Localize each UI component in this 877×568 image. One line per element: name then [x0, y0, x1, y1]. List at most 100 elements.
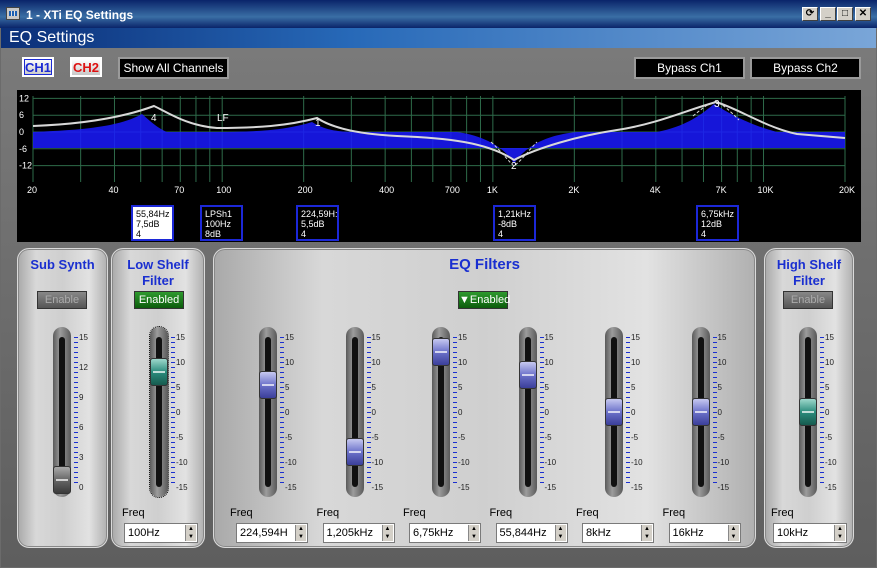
low-shelf-slider-thumb[interactable]	[150, 358, 168, 386]
sub-synth-slider-thumb[interactable]	[53, 465, 71, 494]
band-marker[interactable]: 224,59H: 5,5dB 4	[296, 205, 339, 241]
low-shelf-panel: Low Shelf Filter Enabled Freq 100Hz ▲ ▼ 15…	[111, 248, 205, 548]
spin-buttons[interactable]: ▲ ▼	[554, 525, 566, 541]
scale-label: -5	[717, 433, 725, 442]
scale-label: 0	[79, 483, 84, 492]
eq-band-slider-thumb[interactable]	[259, 370, 277, 399]
high-shelf-slider-thumb[interactable]	[799, 398, 817, 426]
scale-label: 5	[371, 383, 376, 392]
x-tick-label: 400	[379, 185, 394, 195]
spin-buttons[interactable]: ▲ ▼	[834, 525, 845, 541]
spin-buttons[interactable]: ▲ ▼	[727, 525, 739, 541]
section-header: EQ Settings	[1, 28, 876, 48]
band-marker[interactable]: LPSh1 100Hz 8dB	[200, 205, 243, 241]
scale-label: 10	[631, 358, 640, 367]
curve-label: LF	[217, 113, 229, 124]
maximize-button[interactable]: □	[837, 7, 853, 21]
eq-response-graph[interactable]: 12 6 0 -6 -12 4 LF 1 2 3 20 40 70 100 200 400 700 1…	[17, 90, 861, 196]
spin-buttons[interactable]: ▲ ▼	[468, 525, 479, 541]
low-shelf-slider-track[interactable]	[149, 326, 169, 498]
spin-buttons[interactable]: ▲ ▼	[641, 525, 652, 541]
spin-buttons[interactable]: ▲ ▼	[381, 525, 393, 541]
scale-label: 3	[79, 453, 84, 462]
eq-filters-enable-button[interactable]: ▼Enabled	[458, 291, 510, 309]
scale-ticks	[366, 337, 371, 487]
eq-band-slider-thumb[interactable]	[691, 398, 710, 426]
scale-ticks	[280, 337, 284, 487]
panel-title: Sub Synth	[30, 257, 95, 272]
scale-label: 10	[544, 358, 554, 367]
scale-label: 10	[458, 358, 467, 367]
scale-label: 0	[176, 408, 181, 417]
low-shelf-enable-button[interactable]: Enabled	[134, 291, 184, 309]
scale-label: -10	[631, 458, 643, 467]
band-marker[interactable]: 6,75kHz 12dB 4	[696, 205, 739, 241]
help-icon[interactable]: ⟳	[802, 7, 818, 21]
x-tick-label: 70	[174, 185, 184, 195]
x-tick-label: 700	[445, 185, 460, 195]
scale-label: 0	[631, 408, 636, 417]
scale-label: 0	[285, 408, 290, 417]
scale-label: 6	[79, 423, 84, 432]
scale-label: -10	[458, 458, 470, 467]
eq-band-freq-input[interactable]: 8kHz ▲ ▼	[582, 523, 654, 543]
scale-label: -10	[176, 458, 188, 467]
eq-band-slider-thumb[interactable]	[432, 338, 450, 366]
marker-strip: 55,84Hz 7,5dB 4 LPSh1 100Hz 8dB 224,59H: 5,5d…	[17, 196, 861, 242]
scale-label: 5	[285, 383, 290, 392]
eq-band-freq-input[interactable]: 6,75kHz ▲ ▼	[409, 523, 481, 543]
scale-label: 5	[458, 383, 463, 392]
eq-band-slider-thumb[interactable]	[605, 398, 623, 426]
high-shelf-freq-input[interactable]: 10kHz ▲ ▼	[773, 523, 847, 543]
freq-label: Freq	[576, 507, 599, 519]
freq-label: Freq	[403, 507, 426, 519]
scale-label: 10	[717, 358, 727, 367]
scale-label: 5	[631, 383, 636, 392]
app-icon	[6, 7, 20, 20]
scale-label: 5	[176, 383, 181, 392]
sub-synth-enable-button[interactable]: Enable	[37, 291, 87, 309]
scale-label: -15	[825, 483, 837, 492]
eq-band-slider-track[interactable]	[345, 327, 364, 497]
eq-band-slider-track[interactable]	[259, 327, 277, 497]
scale-label: -5	[544, 433, 552, 442]
low-shelf-freq-input[interactable]: 100Hz ▲ ▼	[124, 523, 198, 543]
band-marker[interactable]: 55,84Hz 7,5dB 4	[131, 205, 174, 241]
eq-band-freq-input[interactable]: 224,594H ▲ ▼	[236, 523, 308, 543]
x-tick-label: 20K	[839, 185, 855, 195]
eq-band-slider-thumb[interactable]	[345, 438, 364, 466]
scale-label: 15	[285, 333, 294, 342]
scale-label: -10	[717, 458, 730, 467]
scale-label: -10	[285, 458, 297, 467]
eq-band-freq-input[interactable]: 16kHz ▲ ▼	[668, 523, 741, 543]
show-all-channels-button[interactable]: Show All Channels	[118, 57, 229, 79]
curve-label: 2	[511, 161, 517, 172]
high-shelf-enable-button[interactable]: Enable	[783, 291, 833, 309]
eq-band-slider-thumb[interactable]	[518, 360, 537, 389]
ch2-button[interactable]: CH2	[70, 57, 102, 77]
minimize-button[interactable]: _	[820, 7, 836, 21]
close-button[interactable]: ✕	[855, 7, 871, 21]
scale-label: -15	[631, 483, 643, 492]
filter-icon: ▼	[459, 294, 470, 306]
bypass-ch2-button[interactable]: Bypass Ch2	[750, 57, 861, 79]
eq-band-freq-input[interactable]: 1,205kHz ▲ ▼	[322, 523, 395, 543]
panel-title: EQ Filters	[449, 256, 520, 273]
spin-buttons[interactable]: ▲ ▼	[185, 525, 196, 541]
sub-synth-panel: Sub Synth Enable 15 12 9 6 3 0	[17, 248, 108, 548]
scale-label: -10	[544, 458, 557, 467]
spin-buttons[interactable]: ▲ ▼	[295, 525, 306, 541]
scale-ticks	[626, 337, 630, 487]
scale-label: -15	[176, 483, 188, 492]
ch1-button[interactable]: CH1	[22, 57, 54, 77]
x-tick-label: 10K	[758, 185, 774, 195]
scale-label: -10	[371, 458, 384, 467]
x-tick-label: 2K	[568, 185, 579, 195]
eq-band-slider-track[interactable]	[518, 327, 537, 497]
eq-band-freq-input[interactable]: 55,844Hz ▲ ▼	[495, 523, 568, 543]
panel-title: Low Shelf Filter	[127, 257, 189, 288]
bypass-ch1-button[interactable]: Bypass Ch1	[634, 57, 745, 79]
scale-label: -5	[371, 433, 379, 442]
y-tick-label: -6	[19, 144, 27, 154]
band-marker[interactable]: 1,21kHz -8dB 4	[493, 205, 536, 241]
